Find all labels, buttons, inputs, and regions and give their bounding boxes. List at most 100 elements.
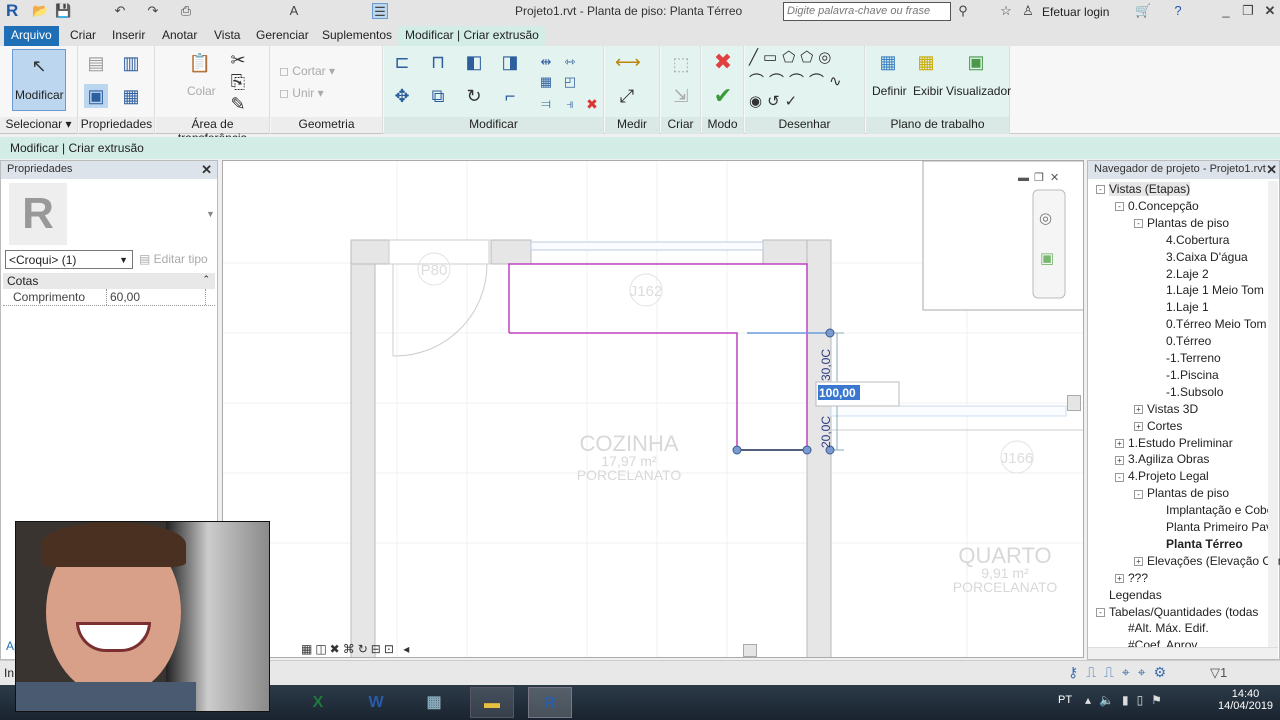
browser-item[interactable]: + Vistas 3D	[1134, 401, 1198, 418]
binoculars-icon[interactable]: ⚲	[955, 3, 971, 19]
close-icon[interactable]: ✕	[1262, 3, 1278, 19]
modify-button[interactable]: ↖ Modificar	[12, 49, 66, 111]
dimension-text-2[interactable]: 20,0C	[819, 416, 833, 448]
open-icon[interactable]: 📂	[32, 3, 48, 19]
browser-item[interactable]: - Plantas de piso	[1134, 485, 1229, 502]
close-icon[interactable]: ✕	[1266, 162, 1277, 178]
floor-plan[interactable]: P80 J162 J166 COZINHA 17,97 m² PORCELANA…	[223, 161, 1084, 658]
trim-single-icon[interactable]: ⫣	[558, 92, 582, 116]
edit-type-button[interactable]: ▤ Editar tipo	[139, 252, 208, 266]
create-similar-icon[interactable]: ⇲	[669, 84, 693, 108]
browser-item[interactable]: +3.Agiliza Obras	[1115, 451, 1209, 468]
show-workplane-icon[interactable]: ▦	[914, 50, 938, 74]
zoom-region-icon[interactable]: ▣	[1040, 250, 1054, 267]
array-icon[interactable]: ▦	[534, 70, 558, 94]
offset-icon[interactable]: ⊓	[426, 50, 450, 74]
revit-logo-icon[interactable]: R	[6, 1, 18, 21]
browser-item[interactable]: -1.Piscina	[1153, 367, 1219, 384]
collapse-icon[interactable]: -	[1134, 489, 1143, 499]
collapse-icon[interactable]: -	[1115, 472, 1124, 482]
tab-anotar[interactable]: Anotar	[155, 26, 204, 46]
browser-item[interactable]: 0.Térreo Meio Tom	[1153, 316, 1266, 333]
file-explorer-icon[interactable]: ▬	[470, 687, 514, 718]
browser-item[interactable]: -1.Subsolo	[1153, 384, 1223, 401]
copy-element-icon[interactable]: ⧉	[426, 84, 450, 108]
user-icon[interactable]: ♙	[1020, 3, 1036, 19]
horizontal-scrollbar-thumb[interactable]	[743, 644, 757, 657]
create-group-icon[interactable]: ⬚	[669, 52, 693, 76]
tab-criar[interactable]: Criar	[63, 26, 103, 46]
show-label[interactable]: Exibir	[913, 84, 943, 98]
wall-top-left[interactable]	[350, 239, 390, 265]
dimension-icon[interactable]: ⤢	[615, 84, 639, 108]
family-types-icon[interactable]: ▦	[119, 84, 143, 108]
grip-point[interactable]	[825, 328, 835, 338]
browser-item[interactable]: -0.Concepção	[1115, 198, 1199, 215]
viewer-icon[interactable]: ▣	[964, 50, 988, 74]
language-indicator[interactable]: PT	[1058, 694, 1072, 706]
set-workplane-icon[interactable]: ▦	[876, 50, 900, 74]
draw-tools-row3[interactable]: ◉↺✓	[749, 92, 802, 110]
expand-icon[interactable]: +	[1134, 421, 1143, 431]
vertical-scrollbar-thumb[interactable]	[1067, 395, 1081, 411]
browser-item[interactable]: Implantação e Cobe	[1153, 502, 1273, 519]
cut-icon[interactable]: ✂	[226, 48, 250, 72]
browser-item[interactable]: 1.Laje 1 Meio Tom	[1153, 282, 1264, 299]
rotate-icon[interactable]: ↻	[462, 84, 486, 108]
set-label[interactable]: Definir	[872, 84, 907, 98]
undo-icon[interactable]: ↶	[112, 3, 128, 19]
dimension-input[interactable]: 100,00	[819, 386, 856, 400]
tab-suplementos[interactable]: Suplementos	[315, 26, 399, 46]
browser-item[interactable]: -1.Terreno	[1153, 350, 1221, 367]
paste-icon[interactable]: 📋	[188, 51, 212, 75]
tray-icons[interactable]: ▴🔈▮▯⚑	[1085, 693, 1170, 707]
collapse-icon[interactable]: -	[1096, 607, 1105, 617]
cut-geometry-button[interactable]: ◻ Cortar ▾	[279, 64, 335, 78]
delete-icon[interactable]: ✖	[580, 92, 604, 116]
expand-icon[interactable]: +	[1115, 438, 1124, 448]
window-tag-2[interactable]: J166	[1001, 450, 1034, 467]
view-control-bar[interactable]: ▦◫✖⌘↻⊟⊡ ◂	[301, 642, 412, 656]
match-properties-icon[interactable]: ✎	[226, 92, 250, 116]
star-icon[interactable]: ☆	[998, 3, 1014, 19]
browser-item[interactable]: Legendas	[1096, 587, 1162, 604]
browser-item[interactable]: 3.Caixa D'água	[1153, 249, 1248, 266]
browser-item[interactable]: Planta Primeiro Pavi	[1153, 519, 1275, 536]
tab-vista[interactable]: Vista	[207, 26, 247, 46]
move-icon[interactable]: ✥	[390, 84, 414, 108]
browser-item[interactable]: Planta Térreo	[1153, 536, 1243, 553]
browser-item[interactable]: #Alt. Máx. Edif.	[1115, 620, 1209, 637]
draw-tools-row1[interactable]: ╱▭⬠⬠◎	[749, 48, 836, 66]
collapse-icon[interactable]: -	[1096, 185, 1105, 195]
tab-inserir[interactable]: Inserir	[105, 26, 152, 46]
view-restore-icon[interactable]: ❐	[1034, 172, 1044, 184]
filter-icon[interactable]: ▽1	[1210, 665, 1227, 681]
save-icon[interactable]: 💾	[55, 3, 71, 19]
dimension-text-1[interactable]: 30,0C	[819, 349, 833, 381]
help-icon[interactable]: ?	[1170, 3, 1186, 19]
window-tag-1[interactable]: J162	[630, 283, 663, 300]
tab-modificar-criar-extrusao[interactable]: Modificar | Criar extrusão	[398, 26, 546, 46]
param-value[interactable]: 60,00	[106, 289, 206, 305]
align-icon[interactable]: ⊏	[390, 50, 414, 74]
browser-item[interactable]: + Cortes	[1134, 418, 1182, 435]
browser-item[interactable]: +???	[1115, 570, 1148, 587]
window-2[interactable]	[830, 405, 1067, 417]
calculator-icon[interactable]: ▦	[412, 687, 456, 718]
grip-point[interactable]	[732, 445, 742, 455]
cart-icon[interactable]: 🛒	[1135, 3, 1151, 19]
scale-icon[interactable]: ◰	[558, 70, 582, 94]
selection-filter-icons[interactable]: ⚷⎍⎍⌖⌖⚙	[1068, 664, 1174, 681]
redo-icon[interactable]: ↷	[145, 3, 161, 19]
revit-taskbar-icon[interactable]: R	[528, 687, 572, 718]
family-icon[interactable]: ▥	[119, 51, 143, 75]
browser-item[interactable]: -4.Projeto Legal	[1115, 468, 1209, 485]
type-dropdown-arrow-icon[interactable]: ▼	[206, 209, 215, 219]
draw-tools-row2[interactable]: ⌒⌒⌒⌒∿	[749, 70, 847, 91]
expand-icon[interactable]: +	[1134, 557, 1143, 567]
mirror-axis-icon[interactable]: ◧	[462, 50, 486, 74]
group-cotas[interactable]: Cotas ⌃	[3, 273, 215, 289]
browser-item[interactable]: +1.Estudo Preliminar	[1115, 435, 1233, 452]
browser-item[interactable]: - Tabelas/Quantidades (todas	[1096, 604, 1258, 621]
wall-left[interactable]	[350, 239, 376, 658]
